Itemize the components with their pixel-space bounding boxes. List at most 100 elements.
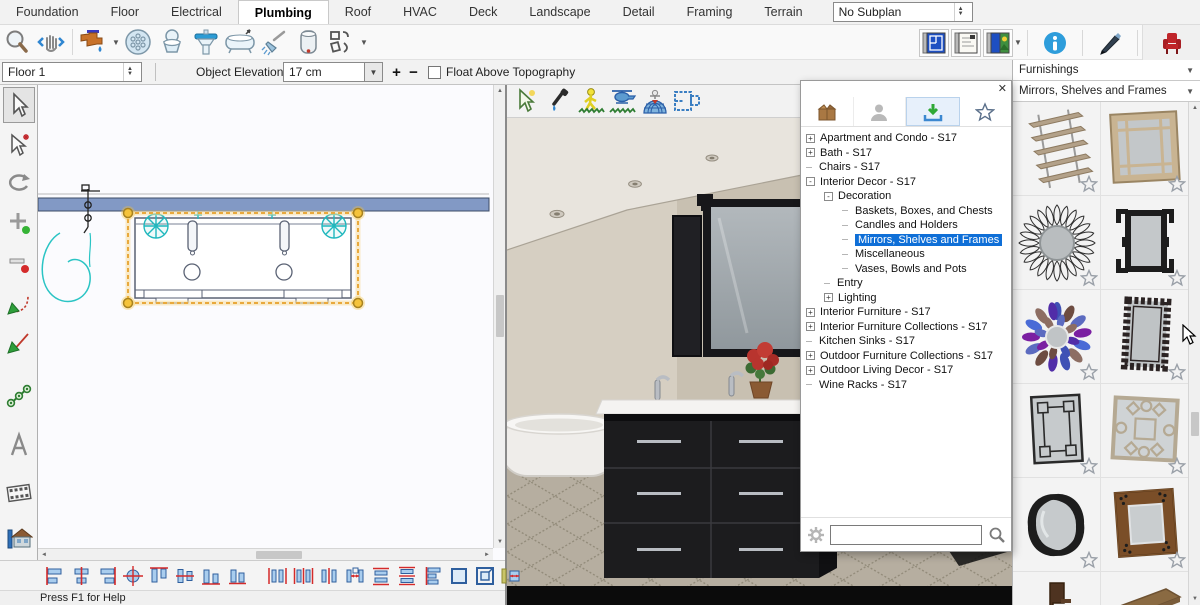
walkthrough-tool-button[interactable] bbox=[3, 475, 35, 511]
plan-horizontal-scrollbar[interactable]: ◄ ► bbox=[38, 548, 493, 560]
bounding-box-button[interactable] bbox=[446, 563, 472, 589]
tree-item-outdoor-living-decor[interactable]: +Outdoor Living Decor - S17 bbox=[801, 363, 1011, 378]
distribute-space-horizontal-button[interactable] bbox=[290, 563, 316, 589]
tab-plumbing[interactable]: Plumbing bbox=[238, 0, 329, 24]
plan-canvas[interactable] bbox=[38, 85, 493, 548]
align-left-button[interactable] bbox=[42, 563, 68, 589]
tab-floor[interactable]: Floor bbox=[95, 0, 155, 24]
tree-item-bath[interactable]: +Bath - S17 bbox=[801, 146, 1011, 161]
saved-sketch-view-button[interactable] bbox=[951, 29, 981, 57]
tab-landscape[interactable]: Landscape bbox=[513, 0, 606, 24]
library-item-sunburst-wire-mirror[interactable] bbox=[1013, 196, 1101, 290]
favorite-star-icon[interactable] bbox=[1168, 551, 1186, 569]
tree-item-interior-furniture-collections[interactable]: +Interior Furniture Collections - S17 bbox=[801, 320, 1011, 335]
tab-roof[interactable]: Roof bbox=[329, 0, 387, 24]
set-spacing-button[interactable] bbox=[342, 563, 368, 589]
library-item-floating-wall-shelf[interactable] bbox=[1101, 572, 1189, 605]
library-item-fretwork-frame-mirror[interactable] bbox=[1101, 290, 1189, 384]
tree-item-entry[interactable]: Entry bbox=[801, 276, 1011, 291]
favorite-star-icon[interactable] bbox=[1080, 363, 1098, 381]
expand-toggle[interactable]: + bbox=[806, 308, 815, 317]
library-item-mosaic-petal-mirror[interactable] bbox=[1013, 290, 1101, 384]
library-item-zigzag-wall-shelf[interactable] bbox=[1013, 572, 1101, 605]
select-similar-tool-button[interactable] bbox=[3, 127, 35, 163]
align-bottom-button[interactable] bbox=[198, 563, 224, 589]
distribute-horizontal-button[interactable] bbox=[264, 563, 290, 589]
subcategory-select[interactable]: Mirrors, Shelves and Frames ▼ bbox=[1013, 81, 1200, 102]
align-center-horizontal-button[interactable] bbox=[172, 563, 198, 589]
tree-item-mirrors-shelves-frames[interactable]: Mirrors, Shelves and Frames bbox=[801, 233, 1011, 248]
cross-section-tool-button[interactable] bbox=[3, 520, 35, 556]
tab-detail[interactable]: Detail bbox=[607, 0, 671, 24]
tree-item-candles-holders[interactable]: Candles and Holders bbox=[801, 218, 1011, 233]
tree-item-interior-decor[interactable]: -Interior Decor - S17 bbox=[801, 175, 1011, 190]
align-stack-button[interactable] bbox=[420, 563, 446, 589]
library-item-scalloped-oval-mirror[interactable] bbox=[1013, 478, 1101, 572]
expand-toggle[interactable]: + bbox=[824, 293, 833, 302]
expand-toggle[interactable]: + bbox=[806, 148, 815, 157]
library-item-wood-grid-frame-mirror[interactable] bbox=[1101, 102, 1189, 196]
scroll-thumb[interactable] bbox=[256, 551, 302, 559]
scroll-thumb[interactable] bbox=[1191, 412, 1199, 436]
wall-band[interactable] bbox=[38, 198, 489, 211]
tab-foundation[interactable]: Foundation bbox=[0, 0, 95, 24]
library-browser-toggle[interactable] bbox=[1142, 25, 1200, 60]
tree-item-miscellaneous[interactable]: Miscellaneous bbox=[801, 247, 1011, 262]
category-select[interactable]: Furnishings ▼ bbox=[1013, 60, 1200, 81]
align-center-both-button[interactable] bbox=[120, 563, 146, 589]
distribute-center-horizontal-button[interactable] bbox=[316, 563, 342, 589]
library-item-corner-square-frame-mirror[interactable] bbox=[1013, 384, 1101, 478]
drain-tool-button[interactable] bbox=[121, 26, 155, 58]
expand-toggle[interactable]: + bbox=[806, 351, 815, 360]
tree-item-chairs[interactable]: Chairs - S17 bbox=[801, 160, 1011, 175]
fly-around-button[interactable] bbox=[607, 86, 639, 116]
select-render-button[interactable] bbox=[511, 86, 543, 116]
scroll-up-arrow[interactable]: ▲ bbox=[1189, 102, 1200, 114]
favorite-star-icon[interactable] bbox=[1080, 175, 1098, 193]
eyedropper-button[interactable] bbox=[543, 86, 575, 116]
pipe-curve[interactable] bbox=[42, 233, 90, 302]
align-top-button[interactable] bbox=[146, 563, 172, 589]
elevation-dropdown-button[interactable]: ▼ bbox=[365, 62, 383, 82]
distribute-vertical-button[interactable] bbox=[368, 563, 394, 589]
tab-electrical[interactable]: Electrical bbox=[155, 0, 238, 24]
tree-item-baskets-boxes-chests[interactable]: Baskets, Boxes, and Chests bbox=[801, 204, 1011, 219]
floor-overview-button[interactable] bbox=[671, 86, 703, 116]
scroll-down-arrow[interactable]: ▼ bbox=[1189, 593, 1200, 605]
toilet-tool-button[interactable] bbox=[155, 26, 189, 58]
tree-item-apartment-and-condo[interactable]: +Apartment and Condo - S17 bbox=[801, 131, 1011, 146]
library-item-lattice-frame-mirror[interactable] bbox=[1101, 384, 1189, 478]
tree-item-outdoor-furniture-collections[interactable]: +Outdoor Furniture Collections - S17 bbox=[801, 349, 1011, 364]
object-elevation-input[interactable]: 17 cm bbox=[283, 62, 365, 82]
float-above-topography-checkbox[interactable] bbox=[428, 66, 441, 79]
zoom-tool-button[interactable] bbox=[0, 26, 34, 58]
info-button[interactable] bbox=[1032, 27, 1078, 59]
favorite-star-icon[interactable] bbox=[1168, 269, 1186, 287]
tree-item-vases-bowls-pots[interactable]: Vases, Bowls and Pots bbox=[801, 262, 1011, 277]
plan-views-dropdown-caret[interactable]: ▼ bbox=[1013, 38, 1023, 47]
spin-down-icon[interactable]: ▼ bbox=[958, 12, 964, 17]
tab-favorites[interactable] bbox=[960, 97, 1012, 126]
text-tool-button[interactable] bbox=[3, 427, 35, 463]
tree-item-kitchen-sinks[interactable]: Kitchen Sinks - S17 bbox=[801, 334, 1011, 349]
tab-core-catalog[interactable] bbox=[801, 97, 854, 126]
spin-down-icon[interactable]: ▼ bbox=[127, 72, 133, 77]
bathtub-tool-button[interactable] bbox=[223, 26, 257, 58]
library-item-greek-key-frame-mirror[interactable] bbox=[1101, 196, 1189, 290]
place-point-tool-button[interactable] bbox=[3, 206, 35, 242]
elevation-decrease-button[interactable]: − bbox=[405, 62, 422, 82]
elevation-increase-button[interactable]: + bbox=[388, 62, 405, 82]
collapse-toggle[interactable]: - bbox=[824, 192, 833, 201]
furnishings-scrollbar[interactable]: ▲ ▼ bbox=[1188, 102, 1200, 605]
tree-item-lighting[interactable]: +Lighting bbox=[801, 291, 1011, 306]
frame-object-button[interactable] bbox=[472, 563, 498, 589]
select-tool-button[interactable] bbox=[3, 87, 35, 123]
fixture-shapes-dropdown-caret[interactable]: ▼ bbox=[359, 38, 369, 47]
subplan-spinner[interactable]: ▲▼ bbox=[954, 3, 967, 21]
subplan-select[interactable]: No Subplan ▲▼ bbox=[833, 2, 973, 22]
scroll-thumb[interactable] bbox=[496, 295, 504, 337]
favorite-star-icon[interactable] bbox=[1080, 457, 1098, 475]
favorite-star-icon[interactable] bbox=[1080, 269, 1098, 287]
tree-item-wine-racks[interactable]: Wine Racks - S17 bbox=[801, 378, 1011, 393]
saved-plan-view-button[interactable] bbox=[919, 29, 949, 57]
